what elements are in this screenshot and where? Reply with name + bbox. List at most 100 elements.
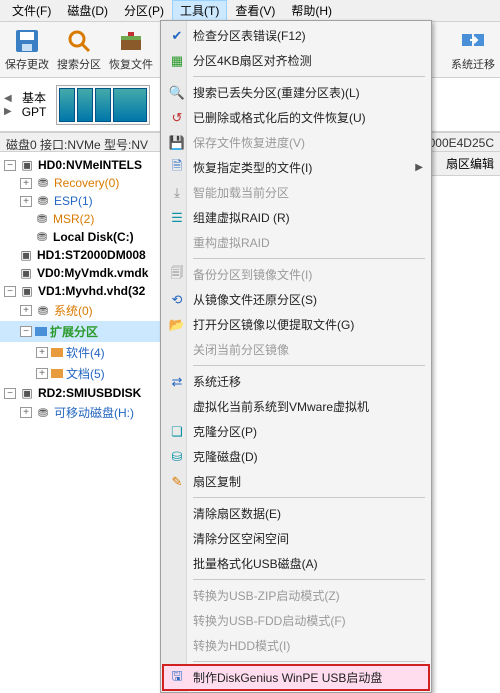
menu-check-partition-errors[interactable]: ✔检查分区表错误(F12) <box>163 23 429 48</box>
menu-help[interactable]: 帮助(H) <box>283 0 340 21</box>
clone-disk-icon: ⛁ <box>168 448 186 466</box>
magnifier-icon: 🔍 <box>168 84 186 102</box>
menu-separator <box>193 258 425 259</box>
menu-convert-usb-zip: 转换为USB-ZIP启动模式(Z) <box>163 583 429 608</box>
sysmig-label: 系统迁移 <box>451 56 495 72</box>
menu-convert-hdd: 转换为HDD模式(I) <box>163 633 429 658</box>
tree-label: 扩展分区 <box>50 323 98 340</box>
menu-partition[interactable]: 分区(P) <box>116 0 172 21</box>
menu-label: 批量格式化USB磁盘(A) <box>193 555 318 572</box>
expand-icon[interactable]: + <box>36 347 48 358</box>
collapse-icon[interactable]: − <box>4 388 16 399</box>
usb-icon: 🖫 <box>168 669 186 687</box>
tools-dropdown: ✔检查分区表错误(F12) ▦分区4KB扇区对齐检测 🔍 搜索已丢失分区(重建分区… <box>160 20 432 693</box>
menu-clear-sector-data[interactable]: 清除扇区数据(E) <box>163 501 429 526</box>
expand-icon[interactable]: + <box>20 178 32 189</box>
menu-clone-partition[interactable]: ❏ 克隆分区(P) <box>163 419 429 444</box>
hdd-icon: ▣ <box>18 266 34 280</box>
gpt-label: GPT <box>22 105 47 119</box>
drive-icon: ⛃ <box>35 194 51 208</box>
menu-restore-from-image[interactable]: ⟲从镜像文件还原分区(S) <box>163 287 429 312</box>
menu-label: 转换为USB-ZIP启动模式(Z) <box>193 587 340 604</box>
expand-icon[interactable]: + <box>36 368 48 379</box>
recover-icon: ↺ <box>168 109 186 127</box>
menu-tools[interactable]: 工具(T) <box>172 0 227 21</box>
partition-bar[interactable] <box>59 88 75 122</box>
menu-save-recovery-progress: 💾保存文件恢复进度(V) <box>163 130 429 155</box>
menu-label: 已删除或格式化后的文件恢复(U) <box>193 109 366 126</box>
menu-make-winpe-usb[interactable]: 🖫 制作DiskGenius WinPE USB启动盘 <box>163 665 429 690</box>
collapse-icon[interactable]: − <box>4 160 16 171</box>
menu-4kb-alignment[interactable]: ▦分区4KB扇区对齐检测 <box>163 48 429 73</box>
menu-recover-deleted-files[interactable]: ↺ 已删除或格式化后的文件恢复(U) <box>163 105 429 130</box>
search-partition-button[interactable]: 搜索分区 <box>54 26 104 73</box>
collapse-icon[interactable]: − <box>4 286 16 297</box>
menu-separator <box>193 661 425 662</box>
menu-batch-format-usb[interactable]: 批量格式化USB磁盘(A) <box>163 551 429 576</box>
raid-icon: ☰ <box>168 209 186 227</box>
copy-icon: ✎ <box>168 473 186 491</box>
disk-status-left: 磁盘0 接口:NVMe 型号:NV <box>6 136 148 148</box>
menu-close-image: 关闭当前分区镜像 <box>163 337 429 362</box>
recover-icon <box>117 28 145 54</box>
menu-search-lost-partitions[interactable]: 🔍 搜索已丢失分区(重建分区表)(L) <box>163 80 429 105</box>
folder-icon <box>51 348 63 357</box>
open-icon: 📂 <box>168 316 186 334</box>
drive-icon: ⛃ <box>35 406 51 420</box>
menu-convert-usb-fdd: 转换为USB-FDD启动模式(F) <box>163 608 429 633</box>
submenu-arrow-icon: ▶ <box>415 162 423 173</box>
menu-label: 克隆分区(P) <box>193 423 257 440</box>
disk-partition-visual[interactable] <box>56 85 150 125</box>
disk-status-right: 000E4D25C <box>429 136 494 148</box>
menu-smart-load-partition: ⤓智能加载当前分区 <box>163 180 429 205</box>
partition-bar[interactable] <box>77 88 93 122</box>
expand-icon[interactable]: + <box>20 196 32 207</box>
menu-recover-by-type[interactable]: 🗎 恢复指定类型的文件(I) ▶ <box>163 155 429 180</box>
menu-backup-to-image: 🗐备份分区到镜像文件(I) <box>163 262 429 287</box>
tree-label: RD2:SMIUSBDISK <box>38 386 141 400</box>
menu-clear-free-space[interactable]: 清除分区空闲空间 <box>163 526 429 551</box>
menu-disk[interactable]: 磁盘(D) <box>59 0 116 21</box>
tree-label: HD1:ST2000DM008 <box>37 248 146 262</box>
recover-label: 恢复文件 <box>109 56 153 72</box>
menu-build-virtual-raid[interactable]: ☰组建虚拟RAID (R) <box>163 205 429 230</box>
arrow-left-icon: ◀ <box>4 93 12 104</box>
tree-label: Recovery(0) <box>54 176 119 190</box>
menu-system-migration[interactable]: ⇄系统迁移 <box>163 369 429 394</box>
menu-label: 制作DiskGenius WinPE USB启动盘 <box>193 669 382 686</box>
tree-label: VD0:MyVmdk.vmdk <box>37 266 148 280</box>
menu-label: 打开分区镜像以便提取文件(G) <box>193 316 354 333</box>
menu-label: 重构虚拟RAID <box>193 234 270 251</box>
tree-label: Local Disk(C:) <box>53 230 134 244</box>
tree-label: 系统(0) <box>54 302 93 319</box>
menu-label: 分区4KB扇区对齐检测 <box>193 52 312 69</box>
expand-icon[interactable]: + <box>20 407 32 418</box>
system-migration-button[interactable]: 系统迁移 <box>448 26 498 73</box>
collapse-icon[interactable]: − <box>20 326 32 337</box>
restore-icon: ⟲ <box>168 291 186 309</box>
menu-label: 恢复指定类型的文件(I) <box>193 159 312 176</box>
tree-label: 软件(4) <box>66 344 105 361</box>
menu-label: 搜索已丢失分区(重建分区表)(L) <box>193 84 360 101</box>
clone-icon: ❏ <box>168 423 186 441</box>
menu-label: 清除分区空闲空间 <box>193 530 289 547</box>
expand-icon[interactable]: + <box>20 305 32 316</box>
nav-arrows[interactable]: ◀ ▶ <box>4 93 12 117</box>
menu-sector-copy[interactable]: ✎ 扇区复制 <box>163 469 429 494</box>
partition-bar[interactable] <box>95 88 111 122</box>
partition-bar[interactable] <box>113 88 147 122</box>
menu-virtualize-to-vmware[interactable]: 虚拟化当前系统到VMware虚拟机 <box>163 394 429 419</box>
hdd-icon: ▣ <box>18 248 34 262</box>
save-button[interactable]: 保存更改 <box>2 26 52 73</box>
menu-view[interactable]: 查看(V) <box>227 0 283 21</box>
menu-clone-disk[interactable]: ⛁ 克隆磁盘(D) <box>163 444 429 469</box>
menu-label: 扇区复制 <box>193 473 241 490</box>
menu-file[interactable]: 文件(F) <box>4 0 59 21</box>
tree-label: HD0:NVMeINTELS <box>38 158 142 172</box>
menu-open-image-extract[interactable]: 📂 打开分区镜像以便提取文件(G) <box>163 312 429 337</box>
load-icon: ⤓ <box>168 184 186 202</box>
tree-label: VD1:Myvhd.vhd(32 <box>38 284 145 298</box>
filetype-icon: 🗎 <box>168 159 186 177</box>
recover-files-button[interactable]: 恢复文件 <box>106 26 156 73</box>
menu-label: 克隆磁盘(D) <box>193 448 258 465</box>
